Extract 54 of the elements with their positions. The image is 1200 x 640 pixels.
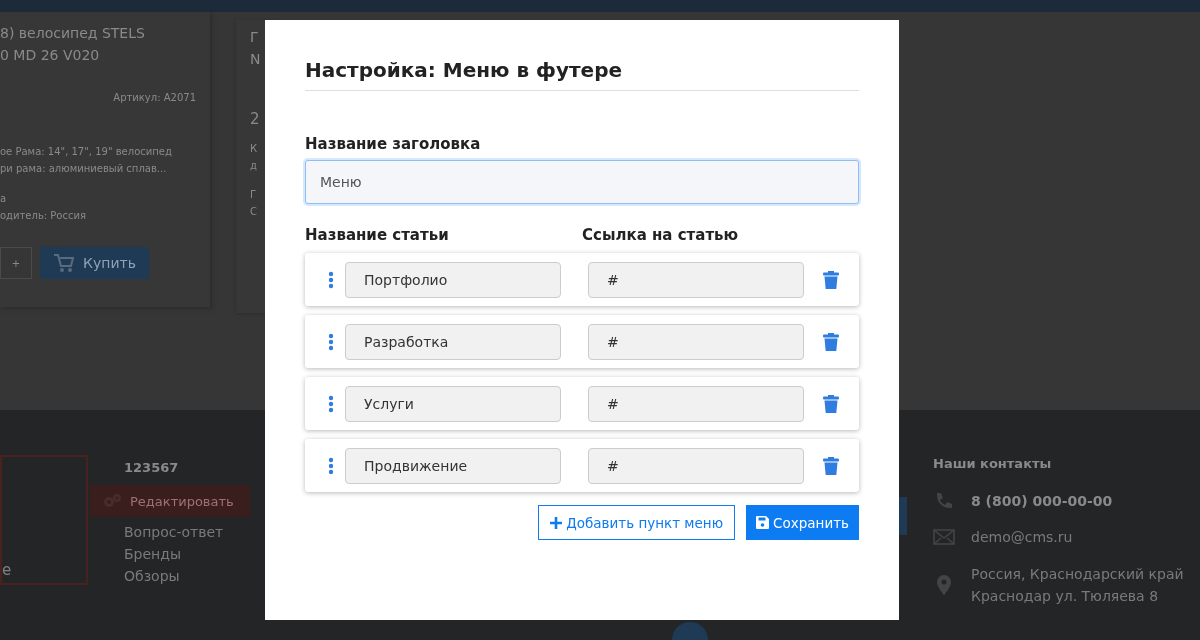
save-button[interactable]: Сохранить [746,505,859,540]
footer-link[interactable]: Вопрос-ответ [124,521,224,543]
drag-handle-icon [328,456,334,475]
link-field[interactable]: # [588,385,804,422]
product-title[interactable]: 8) велосипед STELS [0,22,210,44]
trash-icon [823,270,839,289]
drag-handle-icon [328,270,334,289]
footer-link[interactable]: Бренды [124,543,181,565]
product-text: К [250,142,259,156]
product-title[interactable]: 0 MD 26 V020 [0,44,210,66]
contacts-title: Наши контакты [933,456,1053,471]
trash-icon [823,394,839,413]
description-text: ри рама: алюминиевый сплав... [0,162,168,176]
product-text: д [250,159,258,173]
column-label: Ссылка на статью [582,226,740,244]
product-text: Г [250,28,260,47]
column-title: 123567 [124,460,179,475]
title-field[interactable]: Разработка [345,323,561,360]
property-text: а [0,192,8,206]
trash-icon [823,332,839,351]
phone-number: 8 (800) 000-00-00 [971,493,1113,509]
link-field[interactable]: # [588,261,804,298]
cart-icon [53,253,76,273]
product-text: Г [250,188,258,202]
link-field[interactable]: # [588,447,804,484]
drag-handle-icon [328,332,334,351]
edit-button[interactable]: Редактировать [90,485,250,517]
product-text: С [250,205,258,219]
property-text: одитель: Россия [0,209,87,223]
trash-icon [823,456,839,475]
product-text: N [250,50,262,69]
field-label: Название заголовка [305,135,482,153]
link-field[interactable]: # [588,323,804,360]
address-text: Россия, Краснодарский край [971,565,1184,584]
frame-text: е [2,561,12,579]
sku-text: Артикул: A2071 [113,92,196,103]
title-field[interactable]: Портфолио [345,261,561,298]
footer-link[interactable]: Обзоры [124,565,180,587]
email-text: demo@cms.ru [971,528,1073,547]
social-icon[interactable] [672,622,708,640]
add-item-button[interactable]: Добавить пункт меню [538,505,736,540]
title-field[interactable]: Продвижение [345,447,561,484]
plus-icon [550,516,563,529]
address-text: Краснодар ул. Тюляева 8 [971,587,1160,606]
title-field[interactable]: Услуги [345,385,561,422]
buy-button[interactable]: Купить [40,247,149,279]
drag-handle-icon [328,394,334,413]
description-text: ое Рама: 14", 17", 19" велосипед [0,145,173,159]
heading-field[interactable]: Меню [305,160,859,204]
product-text: 2 [250,109,261,130]
envelope-icon [933,529,955,545]
modal-title: Настройка: Меню в футере [305,58,859,91]
plus-button[interactable]: + [0,247,32,279]
column-label: Название статьи [305,226,450,244]
